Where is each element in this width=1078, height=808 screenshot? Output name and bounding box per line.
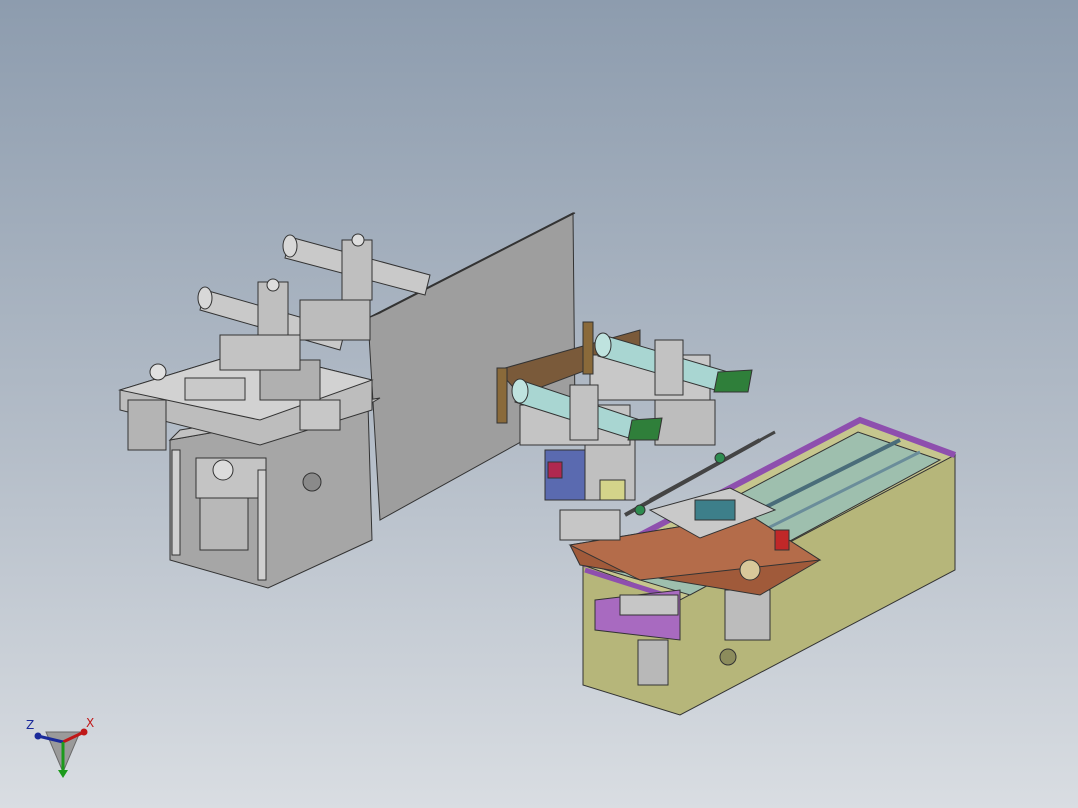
- right-motor-lower: [637, 639, 669, 686]
- left-cylinder-2: [282, 233, 431, 301]
- left-motor-lower: [199, 494, 249, 551]
- assembly-model[interactable]: [0, 0, 1078, 808]
- orientation-triad[interactable]: Z X: [18, 712, 108, 792]
- cad-viewport[interactable]: Z X: [0, 0, 1078, 808]
- right-motor-side: [724, 589, 771, 641]
- z-axis-label: Z: [26, 718, 35, 732]
- left-motor-side: [127, 399, 167, 451]
- x-axis-label: X: [86, 716, 95, 730]
